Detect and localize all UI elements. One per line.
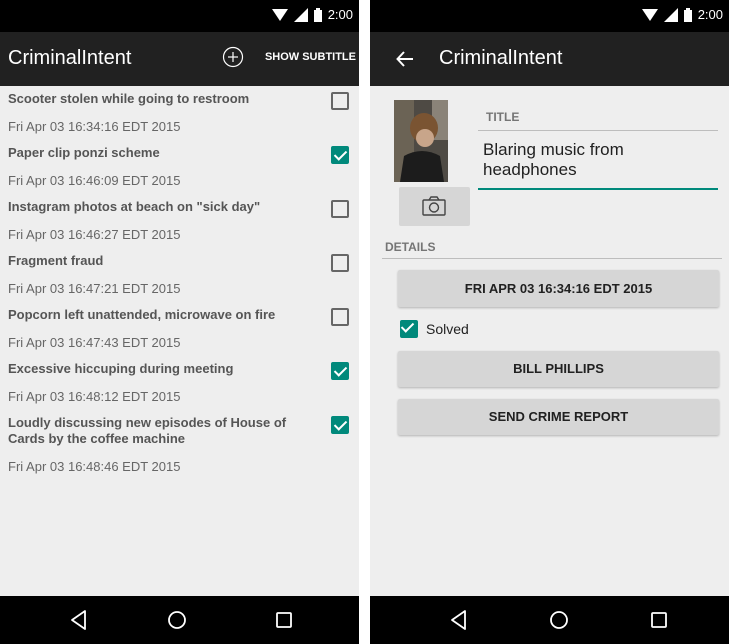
crime-title: Instagram photos at beach on "sick day" xyxy=(8,199,261,214)
nav-home-icon[interactable] xyxy=(166,609,188,631)
solved-checkbox[interactable] xyxy=(331,308,349,326)
choose-suspect-button[interactable]: BILL PHILLIPS xyxy=(398,351,719,387)
send-crime-report-button[interactable]: SEND CRIME REPORT xyxy=(398,399,719,435)
camera-icon xyxy=(422,196,446,216)
crime-list-item[interactable]: Excessive hiccuping during meeting Fri Ap… xyxy=(0,356,359,410)
crime-title: Excessive hiccuping during meeting xyxy=(8,361,234,376)
solved-checkbox[interactable] xyxy=(331,416,349,434)
crime-date: Fri Apr 03 16:47:43 EDT 2015 xyxy=(8,335,181,350)
crime-date: Fri Apr 03 16:46:09 EDT 2015 xyxy=(8,173,181,188)
crime-list-screen: 2:00 CriminalIntent SHOW SUBTITLE Scoote… xyxy=(0,0,359,644)
battery-icon xyxy=(683,7,692,22)
crime-list-item[interactable]: Loudly discussing new episodes of House … xyxy=(0,410,359,480)
crime-title: Paper clip ponzi scheme xyxy=(8,145,160,160)
crime-title: Loudly discussing new episodes of House … xyxy=(8,415,287,446)
crime-list: Scooter stolen while going to restroom Fr… xyxy=(0,86,359,480)
app-bar: CriminalIntent SHOW SUBTITLE xyxy=(0,32,359,86)
battery-icon xyxy=(313,7,322,22)
add-crime-icon[interactable] xyxy=(222,46,244,68)
nav-recent-apps-icon[interactable] xyxy=(648,609,670,631)
app-bar: CriminalIntent xyxy=(370,32,729,86)
crime-title: Popcorn left unattended, microwave on fi… xyxy=(8,307,276,322)
crime-list-item[interactable]: Popcorn left unattended, microwave on fi… xyxy=(0,302,359,356)
crime-list-item[interactable]: Scooter stolen while going to restroom Fr… xyxy=(0,86,359,140)
arrow-back-icon[interactable] xyxy=(395,49,415,69)
solved-label: Solved xyxy=(426,321,469,337)
crime-date: Fri Apr 03 16:46:27 EDT 2015 xyxy=(8,227,181,242)
solved-checkbox[interactable] xyxy=(400,320,418,338)
solved-row: Solved xyxy=(400,320,469,338)
crime-photo xyxy=(394,100,448,182)
signal-icon xyxy=(293,7,308,22)
navigation-bar xyxy=(370,596,729,644)
crime-detail-screen: 2:00 CriminalIntent TITLE Blaring music … xyxy=(370,0,729,644)
solved-checkbox[interactable] xyxy=(331,362,349,380)
nav-back-icon[interactable] xyxy=(68,609,90,631)
title-section-label: TITLE xyxy=(486,110,520,124)
status-bar: 2:00 xyxy=(370,0,729,32)
title-divider xyxy=(478,130,718,131)
app-title: CriminalIntent xyxy=(439,47,563,69)
crime-title: Fragment fraud xyxy=(8,253,104,268)
wifi-icon xyxy=(271,8,288,21)
crime-date: Fri Apr 03 16:34:16 EDT 2015 xyxy=(8,119,181,134)
app-title: CriminalIntent xyxy=(8,47,132,69)
status-time: 2:00 xyxy=(697,7,723,22)
navigation-bar xyxy=(0,596,359,644)
wifi-icon xyxy=(641,8,658,21)
photo-image xyxy=(394,100,448,182)
title-input-underline xyxy=(478,188,718,190)
crime-list-item[interactable]: Instagram photos at beach on "sick day" F… xyxy=(0,194,359,248)
nav-back-icon[interactable] xyxy=(448,609,470,631)
take-photo-button[interactable] xyxy=(399,187,470,226)
crime-list-item[interactable]: Fragment fraud Fri Apr 03 16:47:21 EDT 20… xyxy=(0,248,359,302)
status-time: 2:00 xyxy=(327,7,353,22)
solved-checkbox[interactable] xyxy=(331,200,349,218)
details-section-label: DETAILS xyxy=(385,240,436,254)
details-divider xyxy=(382,258,722,259)
crime-date: Fri Apr 03 16:48:46 EDT 2015 xyxy=(8,459,181,474)
status-bar: 2:00 xyxy=(0,0,359,32)
crime-date-button[interactable]: FRI APR 03 16:34:16 EDT 2015 xyxy=(398,270,719,307)
solved-checkbox[interactable] xyxy=(331,92,349,110)
crime-date: Fri Apr 03 16:48:12 EDT 2015 xyxy=(8,389,181,404)
crime-date: Fri Apr 03 16:47:21 EDT 2015 xyxy=(8,281,181,296)
solved-checkbox[interactable] xyxy=(331,254,349,272)
show-subtitle-button[interactable]: SHOW SUBTITLE xyxy=(265,51,356,63)
crime-list-item[interactable]: Paper clip ponzi scheme Fri Apr 03 16:46:… xyxy=(0,140,359,194)
nav-home-icon[interactable] xyxy=(548,609,570,631)
signal-icon xyxy=(663,7,678,22)
crime-title: Scooter stolen while going to restroom xyxy=(8,91,250,106)
solved-checkbox[interactable] xyxy=(331,146,349,164)
nav-recent-apps-icon[interactable] xyxy=(273,609,295,631)
crime-title-input[interactable]: Blaring music from headphones xyxy=(483,140,718,180)
